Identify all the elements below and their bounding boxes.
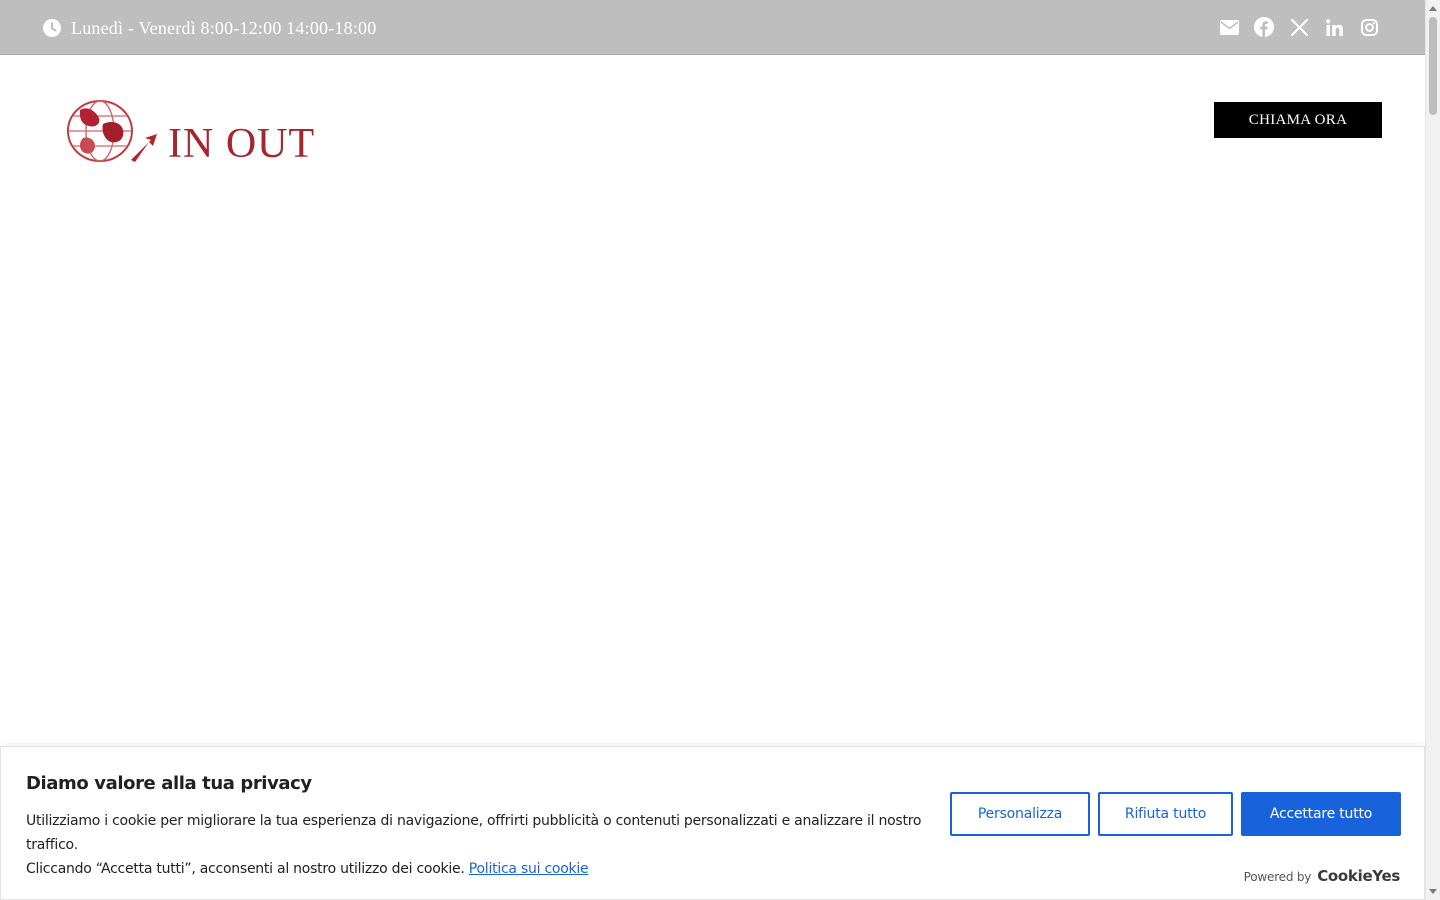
reject-all-button[interactable]: Rifiuta tutto <box>1098 792 1233 836</box>
cookie-banner-title: Diamo valore alla tua privacy <box>26 773 312 794</box>
cookie-consent-banner: Diamo valore alla tua privacy Utilizziam… <box>0 746 1425 900</box>
opening-hours-text: Lunedì - Venerdì 8:00-12:00 14:00-18:00 <box>71 17 377 38</box>
email-icon[interactable] <box>1219 17 1239 37</box>
cookie-banner-description: Utilizziamo i cookie per migliorare la t… <box>26 809 941 881</box>
scroll-down-arrow-icon[interactable] <box>1429 889 1437 894</box>
powered-by-cookieyes: Powered by CookieYes <box>1243 867 1401 885</box>
instagram-icon[interactable] <box>1359 17 1379 37</box>
scroll-up-arrow-icon[interactable] <box>1429 6 1437 11</box>
scrollbar-thumb[interactable] <box>1429 17 1437 115</box>
page-scrollbar[interactable] <box>1425 0 1440 900</box>
globe-arrow-logo-icon <box>67 100 157 162</box>
call-now-button[interactable]: CHIAMA ORA <box>1214 102 1382 138</box>
cookieyes-logo[interactable]: CookieYes <box>1317 867 1400 885</box>
cookie-description-line-2: Cliccando “Accetta tutti”, acconsenti al… <box>26 861 465 877</box>
accept-all-button[interactable]: Accettare tutto <box>1241 792 1401 836</box>
page: Lunedì - Venerdì 8:00-12:00 14:00-18:00 <box>0 0 1425 900</box>
opening-hours: Lunedì - Venerdì 8:00-12:00 14:00-18:00 <box>43 15 376 41</box>
linkedin-icon[interactable] <box>1324 17 1344 37</box>
facebook-icon[interactable] <box>1254 17 1274 37</box>
cookie-policy-link[interactable]: Politica sui cookie <box>469 861 589 877</box>
clock-icon <box>43 19 61 37</box>
social-links <box>1219 17 1379 37</box>
top-info-bar: Lunedì - Venerdì 8:00-12:00 14:00-18:00 <box>0 0 1425 55</box>
site-logo[interactable]: IN OUT <box>65 98 314 168</box>
cookie-description-line-1: Utilizziamo i cookie per migliorare la t… <box>26 813 922 853</box>
customize-button[interactable]: Personalizza <box>950 792 1090 836</box>
x-icon[interactable] <box>1289 17 1309 37</box>
logo-wordmark: IN OUT <box>168 121 316 167</box>
powered-by-label: Powered by <box>1243 870 1312 884</box>
